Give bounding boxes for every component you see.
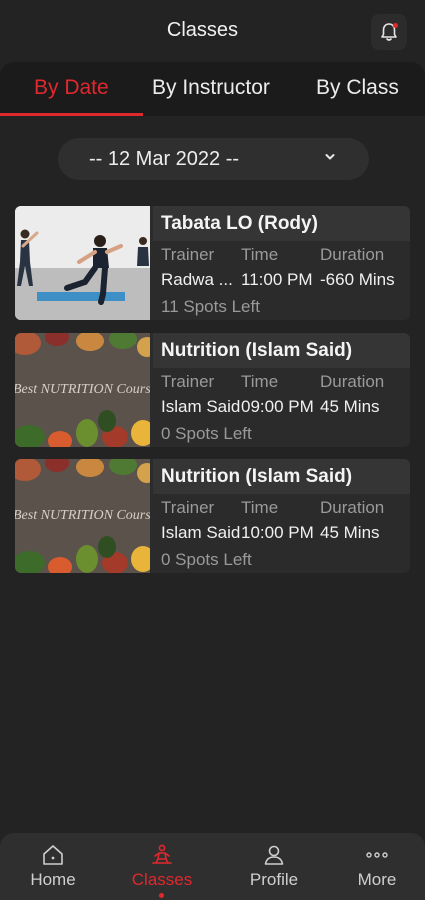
duration-label: Duration bbox=[320, 498, 385, 517]
spots-left: 0 Spots Left bbox=[161, 550, 252, 569]
class-image: Best NUTRITION Course bbox=[15, 459, 150, 573]
duration-label: Duration bbox=[320, 245, 385, 264]
class-card[interactable]: Tabata LO (Rody) Trainer Time Duration R… bbox=[15, 206, 410, 320]
time-label: Time bbox=[241, 245, 279, 264]
class-title: Nutrition (Islam Said) bbox=[161, 340, 353, 361]
page-title: Classes bbox=[166, 19, 239, 41]
bottom-nav: Home Classes Profile More bbox=[0, 833, 425, 900]
image-text: Best NUTRITION Course bbox=[15, 382, 150, 397]
trainer-label: Trainer bbox=[161, 245, 215, 264]
duration-value: 45 Mins bbox=[320, 523, 380, 542]
nav-home[interactable]: Home bbox=[0, 833, 106, 900]
class-card[interactable]: Best NUTRITION Course Nutrition (Islam S… bbox=[15, 459, 410, 573]
nav-label: More bbox=[357, 870, 397, 889]
trainer-value: Islam Said bbox=[161, 397, 241, 416]
spots-left: 0 Spots Left bbox=[161, 424, 252, 443]
chevron-down-icon bbox=[325, 154, 335, 160]
date-picker[interactable]: -- 12 Mar 2022 -- bbox=[58, 138, 369, 180]
duration-value: -660 Mins bbox=[320, 270, 395, 289]
time-label: Time bbox=[241, 498, 279, 517]
trainer-label: Trainer bbox=[161, 498, 215, 517]
tab-by-class[interactable]: By Class bbox=[316, 76, 399, 100]
time-value: 10:00 PM bbox=[241, 523, 314, 542]
duration-label: Duration bbox=[320, 372, 385, 391]
trainer-value: Islam Said bbox=[161, 523, 241, 542]
active-tab-indicator bbox=[0, 113, 143, 116]
trainer-label: Trainer bbox=[161, 372, 215, 391]
class-details: Trainer Time Duration Islam Said 09:00 P… bbox=[153, 370, 410, 447]
class-image: Best NUTRITION Course bbox=[15, 333, 150, 447]
duration-value: 45 Mins bbox=[320, 397, 380, 416]
nav-more[interactable]: More bbox=[324, 833, 425, 900]
nav-label: Home bbox=[30, 870, 76, 889]
class-card[interactable]: Best NUTRITION Course Nutrition (Islam S… bbox=[15, 333, 410, 447]
nav-profile[interactable]: Profile bbox=[221, 833, 327, 900]
classes-icon bbox=[152, 844, 172, 864]
class-image bbox=[15, 206, 150, 320]
tab-by-date[interactable]: By Date bbox=[34, 76, 109, 100]
selected-date: -- 12 Mar 2022 -- bbox=[89, 148, 240, 170]
tab-by-instructor[interactable]: By Instructor bbox=[152, 76, 270, 100]
notifications-button[interactable] bbox=[371, 14, 407, 50]
active-nav-indicator bbox=[159, 893, 164, 898]
image-text: Best NUTRITION Course bbox=[15, 508, 150, 523]
class-title: Nutrition (Islam Said) bbox=[161, 466, 353, 487]
spots-left: 11 Spots Left bbox=[161, 297, 260, 316]
time-label: Time bbox=[241, 372, 279, 391]
notification-badge bbox=[393, 23, 398, 28]
more-icon bbox=[366, 852, 388, 858]
nav-label: Profile bbox=[249, 870, 299, 889]
nav-classes[interactable]: Classes bbox=[109, 833, 215, 900]
time-value: 09:00 PM bbox=[241, 397, 314, 416]
trainer-value: Radwa ... bbox=[161, 270, 233, 289]
filter-tabs: By Date By Instructor By Class bbox=[0, 62, 425, 116]
time-value: 11:00 PM bbox=[241, 270, 313, 289]
class-details: Trainer Time Duration Islam Said 10:00 P… bbox=[153, 496, 410, 573]
app-header: Classes bbox=[0, 0, 425, 62]
profile-icon bbox=[264, 845, 284, 865]
nav-label: Classes bbox=[131, 870, 193, 889]
class-title: Tabata LO (Rody) bbox=[161, 213, 318, 234]
home-icon bbox=[43, 845, 63, 865]
class-details: Trainer Time Duration Radwa ... 11:00 PM… bbox=[153, 243, 410, 320]
